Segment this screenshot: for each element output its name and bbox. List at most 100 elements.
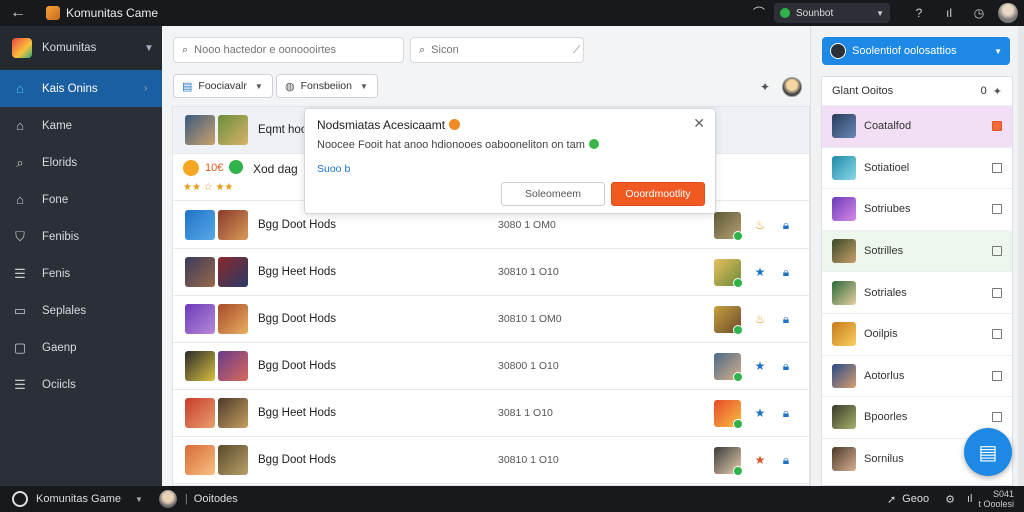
sidebar-item-kais-onins[interactable]: ⌂ Kais Onins › xyxy=(0,70,162,107)
star-icon[interactable]: ★ xyxy=(753,359,767,373)
header-avatar[interactable] xyxy=(782,77,802,97)
settings-icon[interactable]: ⚙ xyxy=(945,493,955,506)
selection-dropdown[interactable]: Soolentiof oolosattios ▼ xyxy=(822,37,1010,65)
game-thumbnail xyxy=(185,445,215,475)
bars-icon[interactable]: ıl xyxy=(967,493,973,505)
status-icon[interactable] xyxy=(12,491,28,507)
scrollbar[interactable] xyxy=(1018,26,1024,486)
sidebar: Komunitas ▼ ⌂ Kais Onins › ⌂ Kame ⌕ Elor… xyxy=(0,26,162,486)
sidebar-item-ociicls[interactable]: ☰ Ociicls xyxy=(0,366,162,403)
sidebar-item-fenibis[interactable]: ⛉ Fenibis xyxy=(0,218,162,255)
pin-icon[interactable]: ✦ xyxy=(993,85,1002,98)
dialog-message: Noocee Fooit hat anoo hdionooes oaboonel… xyxy=(317,139,599,151)
clock-icon[interactable]: ◷ xyxy=(972,6,986,20)
player-avatar xyxy=(832,322,856,347)
player-avatar xyxy=(832,447,856,472)
sidebar-item-seplales[interactable]: ▭ Seplales xyxy=(0,292,162,329)
list-icon: ☰ xyxy=(14,265,26,281)
rating-value: 10€ xyxy=(205,162,224,174)
select-checkbox[interactable] xyxy=(992,162,1002,173)
filter-dropdown-2[interactable]: ◍ Fonsbeiion ▼ xyxy=(276,74,378,98)
chevron-down-icon: ▼ xyxy=(994,46,1002,56)
workspace-switcher[interactable]: Komunitas ▼ xyxy=(0,26,162,70)
sidebar-item-kame[interactable]: ⌂ Kame xyxy=(0,107,162,144)
list-item[interactable]: Sotriubes xyxy=(822,188,1012,230)
table-row[interactable]: Bgg Doot Hods 30800 1 O10 ★ 🔒︎ xyxy=(173,343,809,390)
sidebar-item-label: Fenis xyxy=(42,267,71,280)
select-checkbox[interactable] xyxy=(992,246,1002,257)
lock-icon[interactable]: 🔒︎ xyxy=(779,265,793,280)
select-checkbox[interactable] xyxy=(992,412,1002,423)
select-checkbox[interactable] xyxy=(992,370,1002,381)
player-avatar xyxy=(714,446,743,476)
list-item[interactable]: Sotriales xyxy=(822,271,1012,313)
notification-dialog: Nodsmiatas Acesicaamt ✕ Noocee Fooit hat… xyxy=(304,108,716,214)
table-row[interactable]: Bgg Heet Hods 30810 1 O10 ★ 🔒︎ xyxy=(173,249,809,296)
lock-icon[interactable]: 🔒︎ xyxy=(779,218,793,233)
list-item[interactable]: Sotiatioel xyxy=(822,146,1012,189)
row-name: Bgg Heet Hods xyxy=(258,266,336,278)
bottom-status: S041 t Ooolesi xyxy=(978,489,1014,509)
row-name: Xod dag xyxy=(253,162,298,176)
game-thumbnail xyxy=(218,115,248,145)
row-name: Bgg Doot Hods xyxy=(258,454,336,466)
lock-icon[interactable]: 🔒︎ xyxy=(779,453,793,468)
bottom-title[interactable]: Komunitas Game xyxy=(36,493,121,505)
flame-icon[interactable]: ♨ xyxy=(753,218,767,232)
confirm-button[interactable]: Ooordmootlity xyxy=(611,182,705,206)
player-avatar xyxy=(832,405,856,430)
sidebar-item-fone[interactable]: ⌂ Fone xyxy=(0,181,162,218)
star-icon[interactable]: ★ xyxy=(753,406,767,420)
search-icon: ⌕ xyxy=(16,154,24,170)
cancel-button[interactable]: Soleomeem xyxy=(501,182,605,206)
secondary-search-input[interactable] xyxy=(431,44,574,56)
list-item[interactable]: Ooilpis xyxy=(822,312,1012,355)
sidebar-item-elorids[interactable]: ⌕ Elorids xyxy=(0,144,162,181)
sidebar-item-label: Fenibis xyxy=(42,230,80,243)
table-row[interactable]: Bgg Heet Hods 3081 1 O10 ★ 🔒︎ xyxy=(173,390,809,437)
status-dropdown[interactable]: Sounbot ▼ xyxy=(774,3,890,23)
list-item[interactable]: Sotrilles xyxy=(822,229,1012,272)
player-name: Sotrilles xyxy=(864,245,904,258)
select-checkbox[interactable] xyxy=(992,121,1002,132)
player-avatar xyxy=(832,280,856,305)
select-checkbox[interactable] xyxy=(992,204,1002,215)
avatar[interactable] xyxy=(158,490,177,508)
bars-icon[interactable]: ıl xyxy=(942,6,956,20)
row-name: Bgg Heet Hods xyxy=(258,407,336,419)
help-icon[interactable]: ? xyxy=(912,6,926,20)
list-item[interactable]: Coatalfod xyxy=(822,105,1012,147)
pin-icon[interactable]: ✦ xyxy=(760,80,770,94)
player-avatar xyxy=(714,305,743,335)
star-icon[interactable]: ★ xyxy=(753,453,767,467)
lock-icon[interactable]: 🔒︎ xyxy=(779,406,793,421)
user-avatar[interactable] xyxy=(998,3,1018,23)
star-icon[interactable]: ★ xyxy=(753,265,767,279)
sidebar-item-label: Kais Onins xyxy=(42,82,98,95)
sidebar-item-gaenp[interactable]: ▢ Gaenp xyxy=(0,329,162,366)
lock-icon[interactable]: 🔒︎ xyxy=(779,359,793,374)
headset-icon[interactable]: ⌒ xyxy=(752,6,766,20)
sidebar-item-fenis[interactable]: ☰ Fenis xyxy=(0,255,162,292)
filter-icon[interactable]: ⟋ xyxy=(573,45,580,56)
secondary-search[interactable]: ⌕ ⟋ xyxy=(410,37,584,63)
filter-dropdown-1[interactable]: ▤ Foociavalr ▼ xyxy=(173,74,273,98)
chevron-right-icon: › xyxy=(144,83,148,94)
player-avatar xyxy=(714,211,743,241)
workspace-icon xyxy=(12,38,32,58)
search-input[interactable] xyxy=(194,44,395,56)
lock-icon[interactable]: 🔒︎ xyxy=(779,312,793,327)
chat-button[interactable]: ▤ xyxy=(964,428,1012,476)
list-item[interactable]: Aotorlus xyxy=(822,354,1012,397)
select-checkbox[interactable] xyxy=(992,287,1002,298)
dialog-link[interactable]: Suoo b xyxy=(317,163,350,175)
select-checkbox[interactable] xyxy=(992,329,1002,340)
table-row[interactable]: Bgg Doot Hods 30810 1 OM0 ♨ 🔒︎ xyxy=(173,296,809,343)
close-icon[interactable]: ✕ xyxy=(693,115,705,132)
main-search[interactable]: ⌕ xyxy=(173,37,404,63)
table-row[interactable]: Bgg Doot Hods 30810 1 O10 ★ 🔒︎ xyxy=(173,437,809,484)
send-icon[interactable]: ➚ xyxy=(887,493,896,506)
back-arrow-icon[interactable]: ← xyxy=(0,4,36,22)
player-list: Glant Ooitos 0 ✦ Coatalfod Sotiatioel So… xyxy=(821,76,1013,486)
flame-icon[interactable]: ♨ xyxy=(753,312,767,326)
